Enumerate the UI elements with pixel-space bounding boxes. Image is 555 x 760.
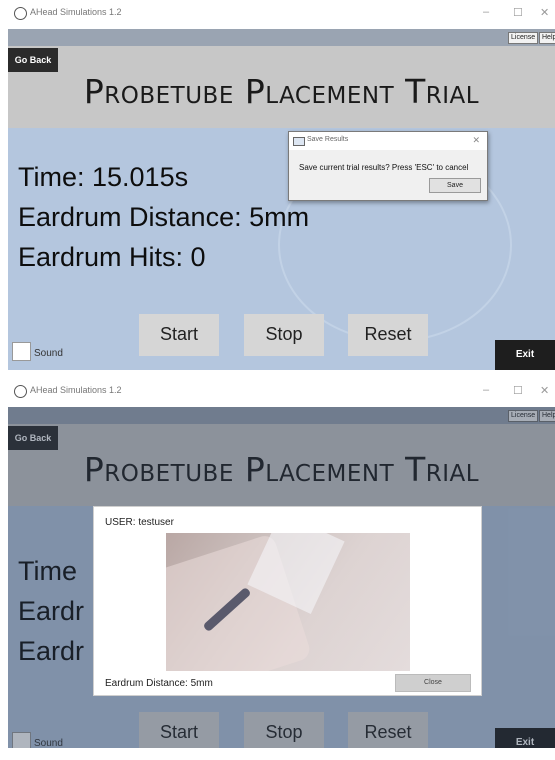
minimize-icon[interactable]: –: [483, 6, 489, 18]
go-back-button[interactable]: Go Back: [8, 48, 58, 72]
window-title: AHead Simulations 1.2: [30, 385, 122, 395]
screenshot-result-modal: AHead Simulations 1.2 – ☐ ✕ License Help…: [8, 378, 555, 748]
save-button[interactable]: Save: [429, 178, 481, 193]
eardrum-distance-readout: Eardrum Distance: 5mm: [18, 202, 310, 232]
screenshot-save-dialog: AHead Simulations 1.2 – ☐ ✕ License Help…: [8, 0, 555, 370]
probe-placement-photo: [166, 533, 410, 671]
dialog-close-icon[interactable]: ✕: [472, 135, 480, 146]
page-title: Probetube Placement Trial: [83, 72, 480, 111]
start-button[interactable]: Start: [139, 314, 219, 356]
header: Go Back Probetube Placement Trial: [8, 46, 555, 128]
menu-bar: License Help: [8, 29, 555, 46]
maximize-icon[interactable]: ☐: [513, 6, 523, 19]
user-label: USER: testuser: [105, 517, 174, 528]
app-icon: [14, 7, 27, 20]
result-distance-label: Eardrum Distance: 5mm: [105, 678, 213, 689]
trial-result-modal: USER: testuser Eardrum Distance: 5mm Clo…: [93, 506, 482, 696]
close-button[interactable]: Close: [395, 674, 471, 692]
app-icon: [14, 385, 27, 398]
close-icon[interactable]: ✕: [540, 384, 549, 397]
dialog-window-icon: [293, 137, 305, 146]
stop-button[interactable]: Stop: [244, 314, 324, 356]
maximize-icon[interactable]: ☐: [513, 384, 523, 397]
eardrum-hits-readout: Eardrum Hits: 0: [18, 242, 206, 272]
dialog-message: Save current trial results? Press 'ESC' …: [299, 163, 469, 172]
exit-button[interactable]: Exit: [495, 340, 555, 370]
title-bar: AHead Simulations 1.2 – ☐ ✕: [8, 0, 555, 29]
dialog-title: Save Results: [307, 136, 349, 143]
time-readout: Time: 15.015s: [18, 162, 189, 192]
license-button[interactable]: License: [508, 32, 539, 44]
reset-button[interactable]: Reset: [348, 314, 428, 356]
close-icon[interactable]: ✕: [540, 6, 549, 19]
sound-label: Sound: [34, 348, 63, 359]
minimize-icon[interactable]: –: [483, 384, 489, 396]
window-title: AHead Simulations 1.2: [30, 7, 122, 17]
dialog-title-bar: Save Results ✕: [289, 132, 487, 150]
title-bar: AHead Simulations 1.2 – ☐ ✕: [8, 378, 555, 407]
help-button[interactable]: Help: [539, 32, 555, 44]
save-results-dialog: Save Results ✕ Save current trial result…: [288, 131, 488, 201]
sound-checkbox[interactable]: [12, 342, 31, 361]
